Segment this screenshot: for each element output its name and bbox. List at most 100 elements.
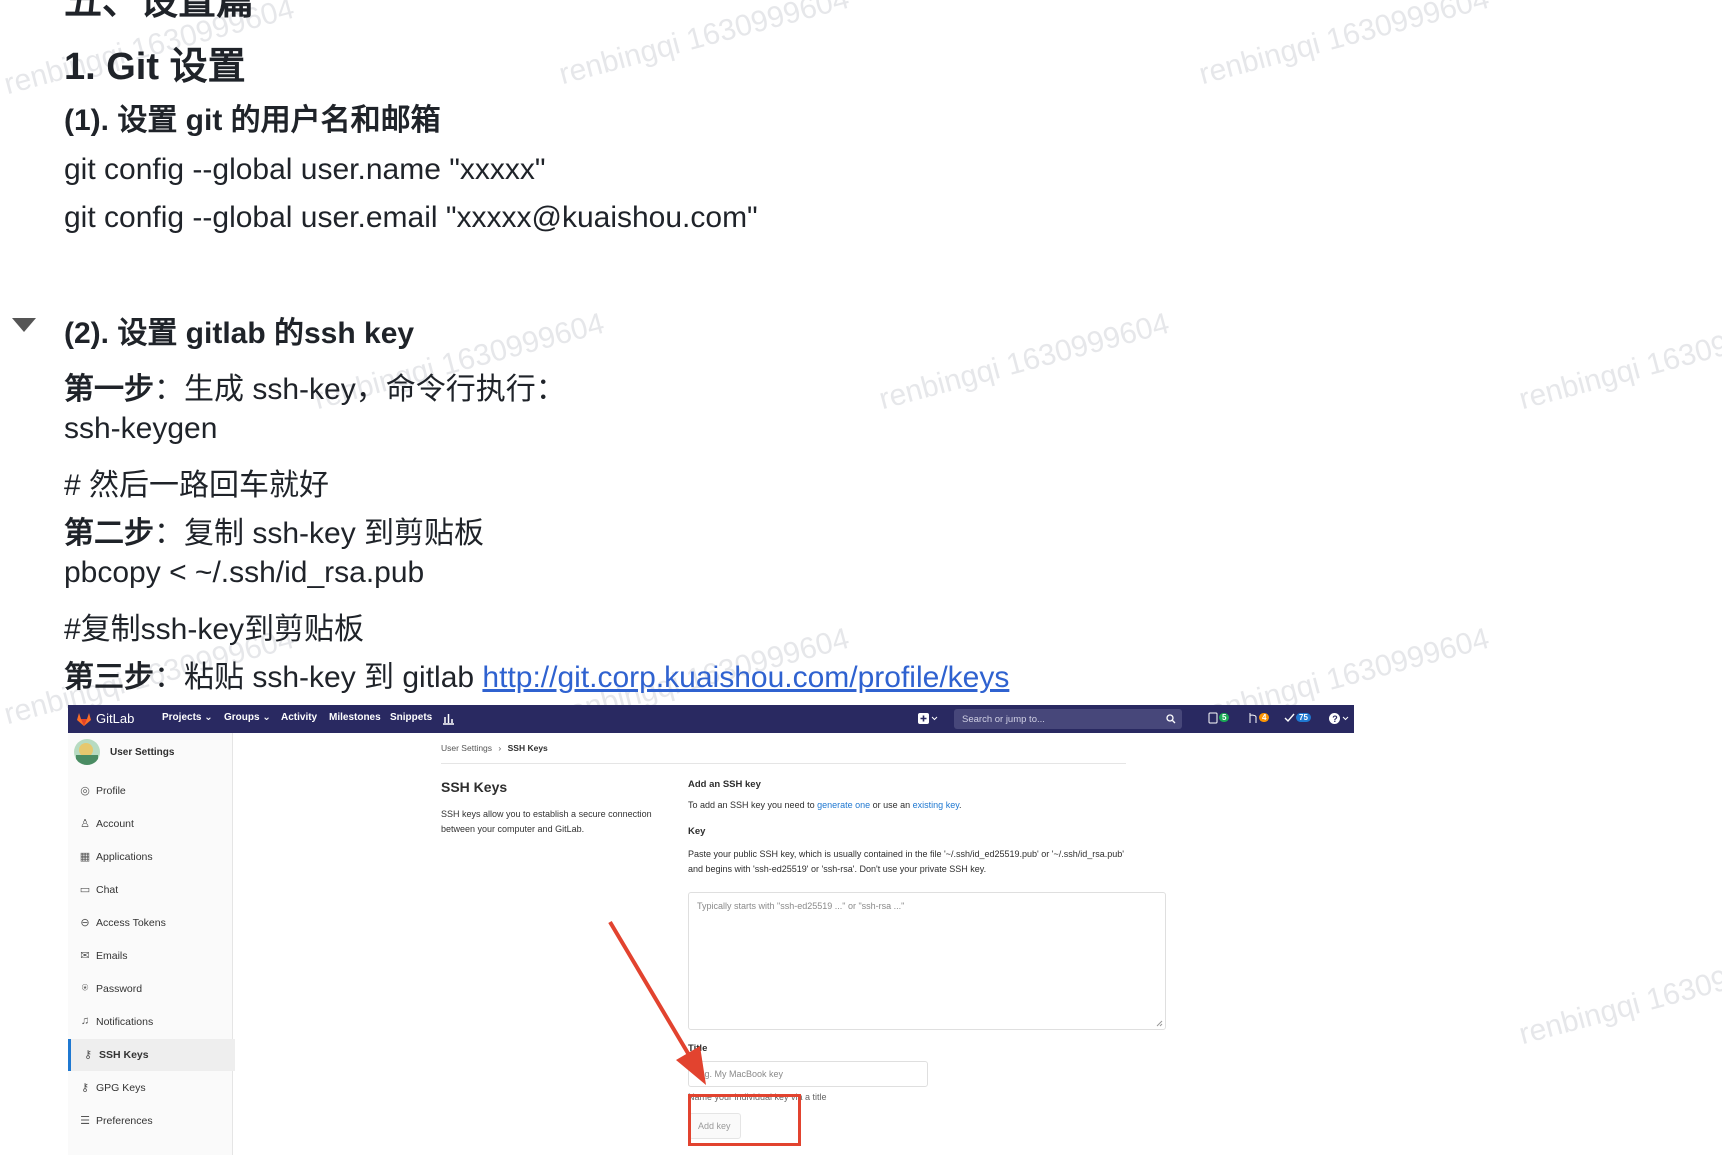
sidebar-item-label: Account (96, 818, 134, 830)
page-description: SSH keys allow you to establish a secure… (441, 809, 652, 834)
nav-snippets[interactable]: Snippets (390, 712, 432, 723)
sidebar-item-applications[interactable]: ▦ Applications (68, 841, 232, 873)
lock-icon: ⍟ (81, 982, 89, 994)
title-input[interactable]: e.g. My MacBook key (688, 1061, 928, 1087)
gitlab-logo-icon[interactable] (76, 711, 92, 727)
watermark: renbingqi 1630999604 (555, 0, 853, 92)
divider (441, 763, 1126, 764)
generate-one-link[interactable]: generate one (817, 800, 870, 810)
instruction-text: or use an (870, 800, 913, 810)
sidebar-item-account[interactable]: ♙ Account (68, 808, 232, 840)
account-icon: ♙ (80, 818, 90, 830)
bell-icon: ♫ (80, 1015, 90, 1027)
resize-handle-icon[interactable] (1156, 1020, 1163, 1027)
search-placeholder: Search or jump to... (962, 714, 1045, 725)
step1-text: ：生成 ssh-key，命令行执行： (154, 373, 566, 406)
nav-projects[interactable]: Projects ⌄ (162, 712, 213, 723)
section-heading: 五、设置篇 (64, 0, 255, 23)
step3-label: 第三步 (64, 661, 154, 694)
mr-badge: 4 (1259, 713, 1270, 722)
sidebar-item-emails[interactable]: ✉ Emails (68, 940, 232, 972)
breadcrumb-current[interactable]: SSH Keys (508, 743, 548, 753)
annotation-box (688, 1094, 801, 1146)
cmd-keygen: ssh-keygen (64, 412, 218, 445)
todos-counter[interactable]: 75 (1284, 712, 1316, 726)
annotation-arrow-icon (608, 920, 706, 1085)
search-icon (1166, 714, 1176, 724)
sidebar-item-label: GPG Keys (96, 1082, 146, 1094)
key-label: Key (688, 826, 706, 837)
help-icon[interactable]: ? (1328, 712, 1350, 725)
breadcrumb: User Settings › SSH Keys (441, 743, 548, 753)
sidebar-item-preferences[interactable]: ☰ Preferences (68, 1105, 232, 1137)
sidebar-item-label: Password (96, 983, 143, 995)
existing-key-link[interactable]: existing key (913, 800, 959, 810)
sidebar-item-label: Chat (96, 884, 119, 896)
profile-icon: ◎ (80, 785, 90, 797)
nav-activity[interactable]: Activity (281, 712, 317, 723)
applications-icon: ▦ (79, 851, 91, 863)
todo-icon (1284, 713, 1295, 723)
comment-enter: # 然后一路回车就好 (64, 469, 330, 502)
merge-request-icon (1249, 713, 1257, 723)
comment-copy: #复制ssh-key到剪贴板 (64, 613, 365, 646)
key-help: Paste your public SSH key, which is usua… (688, 849, 1124, 874)
watermark: renbingqi 1630999604 (1515, 941, 1722, 1052)
add-ssh-heading: Add an SSH key (688, 779, 761, 790)
sidebar-item-password[interactable]: ⍟ Password (68, 973, 232, 1005)
instruction-text: To add an SSH key you need to (688, 800, 818, 810)
key-placeholder: Typically starts with "ssh-ed25519 ..." … (697, 901, 905, 911)
search-input[interactable]: Search or jump to... (954, 709, 1182, 729)
svg-text:?: ? (1332, 714, 1338, 724)
sidebar-item-label: Emails (96, 950, 128, 962)
sidebar-item-access-tokens[interactable]: ⊖ Access Tokens (68, 907, 232, 939)
breadcrumb-root[interactable]: User Settings (441, 743, 492, 753)
sidebar-item-chat[interactable]: ▭ Chat (68, 874, 232, 906)
nav-groups[interactable]: Groups ⌄ (224, 712, 271, 723)
settings-sidebar: User Settings ◎ Profile ♙ Account ▦ Applicati… (68, 733, 235, 1155)
mr-counter[interactable]: 4 (1248, 712, 1272, 726)
sidebar-item-profile[interactable]: ◎ Profile (68, 775, 232, 807)
gitlab-keys-link[interactable]: http://git.corp.kuaishou.com/profile/key… (482, 661, 1009, 694)
sidebar-item-notifications[interactable]: ♫ Notifications (68, 1006, 232, 1038)
sidebar-title: User Settings (110, 747, 175, 758)
issues-badge: 5 (1219, 713, 1230, 722)
plus-dropdown-icon[interactable] (917, 712, 939, 725)
step3-text: ：粘贴 ssh-key 到 gitlab (154, 661, 483, 694)
gitlab-topbar: GitLab Projects ⌄ Groups ⌄ Activity Mile… (68, 705, 1354, 733)
gitlab-screenshot: GitLab Projects ⌄ Groups ⌄ Activity Mile… (68, 705, 1354, 1155)
step1-line: 第一步：生成 ssh-key，命令行执行： (64, 364, 566, 408)
issues-counter[interactable]: 5 (1208, 712, 1232, 726)
watermark: renbingqi 1630999604 (1515, 306, 1722, 417)
step2-text: ：复制 ssh-key 到剪贴板 (154, 517, 485, 550)
sidebar-item-label: Access Tokens (96, 917, 166, 929)
email-icon: ✉ (80, 950, 90, 962)
chart-icon[interactable] (442, 712, 455, 725)
avatar[interactable] (74, 739, 100, 765)
collapse-caret-icon[interactable] (12, 318, 36, 332)
watermark: renbingqi 1630999604 (1195, 0, 1493, 92)
cmd-user-email: git config --global user.email "xxxxx@ku… (64, 201, 758, 234)
sidebar-item-label: Profile (96, 785, 126, 797)
sidebar-item-ssh-keys[interactable]: ⚷ SSH Keys (68, 1039, 235, 1071)
subheading-user-email: (1). 设置 git 的用户名和邮箱 (64, 104, 441, 137)
key-icon: ⚷ (83, 1049, 93, 1061)
key-textarea[interactable]: Typically starts with "ssh-ed25519 ..." … (688, 892, 1166, 1030)
chevron-right-icon: › (498, 743, 502, 753)
sidebar-item-label: Preferences (96, 1115, 153, 1127)
todos-badge: 75 (1296, 713, 1311, 722)
preferences-icon: ☰ (80, 1115, 90, 1127)
token-icon: ⊖ (80, 917, 90, 929)
chat-icon: ▭ (79, 884, 91, 896)
sidebar-item-gpg-keys[interactable]: ⚷ GPG Keys (68, 1072, 232, 1104)
subheading-ssh-key: (2). 设置 gitlab 的ssh key (64, 317, 415, 350)
step1-label: 第一步 (64, 373, 154, 406)
step2-line: 第二步：复制 ssh-key 到剪贴板 (64, 508, 484, 552)
add-ssh-instructions: To add an SSH key you need to generate o… (688, 800, 962, 810)
gitlab-brand[interactable]: GitLab (96, 711, 134, 726)
nav-milestones[interactable]: Milestones (329, 712, 381, 723)
sidebar-item-label: Applications (96, 851, 153, 863)
instruction-text: . (959, 800, 962, 810)
cmd-user-name: git config --global user.name "xxxxx" (64, 153, 546, 186)
sidebar-item-label: Notifications (96, 1016, 154, 1028)
